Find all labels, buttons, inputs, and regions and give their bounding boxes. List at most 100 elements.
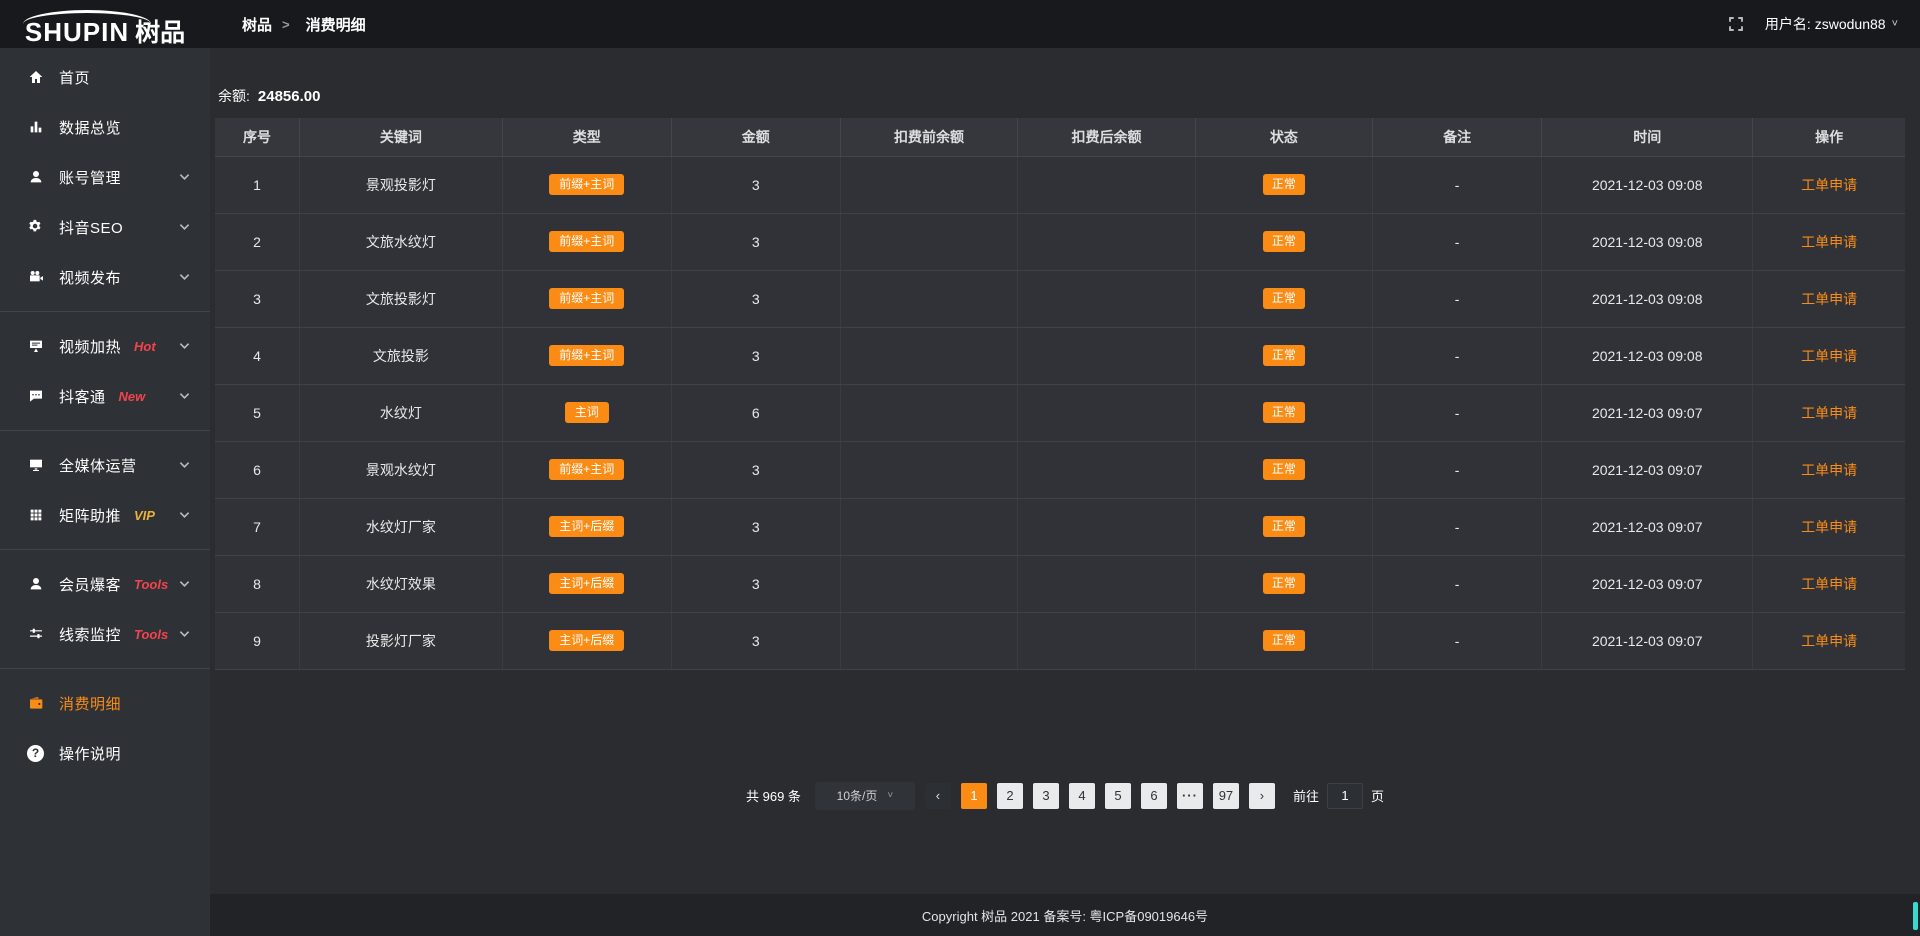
sidebar-item-label: 账号管理 bbox=[59, 167, 121, 188]
page-ellipsis-button[interactable]: ··· bbox=[1177, 783, 1203, 809]
chevron-down-icon bbox=[179, 461, 190, 469]
sidebar-item-gear[interactable]: 抖音SEO bbox=[0, 202, 210, 252]
cell-remark: - bbox=[1373, 327, 1542, 384]
work-order-link[interactable]: 工单申请 bbox=[1801, 519, 1857, 535]
question-icon: ? bbox=[27, 745, 44, 762]
work-order-link[interactable]: 工单申请 bbox=[1801, 177, 1857, 193]
page-button-3[interactable]: 3 bbox=[1033, 783, 1059, 809]
sidebar-item-home[interactable]: 首页 bbox=[0, 52, 210, 102]
cell-index: 7 bbox=[215, 498, 300, 555]
page-size-select[interactable]: 10条/页 ˅ bbox=[815, 782, 915, 810]
column-header: 状态 bbox=[1195, 118, 1372, 156]
cell-status: 正常 bbox=[1195, 384, 1372, 441]
table-row: 6景观水纹灯前缀+主词3正常-2021-12-03 09:07工单申请 bbox=[215, 441, 1905, 498]
sidebar-item-tag: Tools bbox=[134, 577, 168, 592]
table-row: 9投影灯厂家主词+后缀3正常-2021-12-03 09:07工单申请 bbox=[215, 612, 1905, 669]
cell-keyword: 投影灯厂家 bbox=[300, 612, 503, 669]
sidebar-item-label: 视频发布 bbox=[59, 267, 121, 288]
sidebar-item-question[interactable]: ?操作说明 bbox=[0, 728, 210, 778]
sidebar-item-chart[interactable]: 数据总览 bbox=[0, 102, 210, 152]
sliders-icon bbox=[27, 626, 44, 643]
sidebar-item-tag: VIP bbox=[134, 508, 155, 523]
column-header: 关键词 bbox=[300, 118, 503, 156]
top-header: SHUPIN 树品 树品 > 消费明细 用户名: zswodun88 ˅ bbox=[0, 0, 1920, 48]
cell-keyword: 水纹灯厂家 bbox=[300, 498, 503, 555]
logo: SHUPIN 树品 bbox=[0, 0, 210, 48]
cell-balance-before bbox=[840, 327, 1017, 384]
page-button-97[interactable]: 97 bbox=[1213, 783, 1239, 809]
chevron-down-icon: ˅ bbox=[887, 790, 893, 801]
cell-action: 工单申请 bbox=[1753, 498, 1905, 555]
cell-status: 正常 bbox=[1195, 441, 1372, 498]
chevron-down-icon bbox=[179, 223, 190, 231]
chart-icon bbox=[27, 119, 44, 136]
fullscreen-icon[interactable] bbox=[1727, 15, 1745, 33]
cell-type: 主词+后缀 bbox=[502, 555, 671, 612]
table-body: 1景观投影灯前缀+主词3正常-2021-12-03 09:08工单申请2文旅水纹… bbox=[215, 156, 1905, 669]
page-button-2[interactable]: 2 bbox=[997, 783, 1023, 809]
page-button-6[interactable]: 6 bbox=[1141, 783, 1167, 809]
monitor-icon bbox=[27, 457, 44, 474]
page-button-4[interactable]: 4 bbox=[1069, 783, 1095, 809]
status-badge: 正常 bbox=[1263, 345, 1305, 366]
copyright-text: Copyright 树品 2021 备案号: 粤ICP备09019646号 bbox=[922, 906, 1208, 925]
cell-status: 正常 bbox=[1195, 612, 1372, 669]
cell-keyword: 景观水纹灯 bbox=[300, 441, 503, 498]
cell-action: 工单申请 bbox=[1753, 327, 1905, 384]
goto-suffix: 页 bbox=[1371, 786, 1384, 805]
cell-amount: 3 bbox=[671, 441, 840, 498]
breadcrumb-item-1[interactable]: 树品 bbox=[236, 14, 272, 35]
next-page-button[interactable]: › bbox=[1249, 783, 1275, 809]
breadcrumb-separator: > bbox=[282, 17, 290, 32]
goto-page-input[interactable] bbox=[1327, 783, 1363, 809]
sidebar-item-monitor[interactable]: 全媒体运营 bbox=[0, 440, 210, 490]
status-badge: 正常 bbox=[1263, 459, 1305, 480]
cell-time: 2021-12-03 09:08 bbox=[1542, 327, 1753, 384]
work-order-link[interactable]: 工单申请 bbox=[1801, 348, 1857, 364]
work-order-link[interactable]: 工单申请 bbox=[1801, 291, 1857, 307]
pagination: 共 969 条 10条/页 ˅ ‹ 123456···97 › 前往 页 bbox=[210, 782, 1920, 810]
grid-icon bbox=[27, 507, 44, 524]
prev-page-button[interactable]: ‹ bbox=[925, 783, 951, 809]
sidebar-item-heat[interactable]: 视频加热Hot bbox=[0, 321, 210, 371]
work-order-link[interactable]: 工单申请 bbox=[1801, 576, 1857, 592]
wallet-icon bbox=[27, 695, 44, 712]
sidebar-item-user[interactable]: 账号管理 bbox=[0, 152, 210, 202]
sidebar-item-wallet[interactable]: 消费明细 bbox=[0, 678, 210, 728]
sidebar-divider bbox=[0, 668, 210, 669]
cell-time: 2021-12-03 09:07 bbox=[1542, 555, 1753, 612]
work-order-link[interactable]: 工单申请 bbox=[1801, 405, 1857, 421]
column-header: 类型 bbox=[502, 118, 671, 156]
cell-action: 工单申请 bbox=[1753, 612, 1905, 669]
cell-balance-after bbox=[1018, 327, 1195, 384]
cell-balance-before bbox=[840, 213, 1017, 270]
cell-amount: 6 bbox=[671, 384, 840, 441]
type-badge: 前缀+主词 bbox=[549, 345, 624, 366]
cell-status: 正常 bbox=[1195, 213, 1372, 270]
sidebar-divider bbox=[0, 549, 210, 550]
work-order-link[interactable]: 工单申请 bbox=[1801, 633, 1857, 649]
sidebar-item-label: 视频加热 bbox=[59, 336, 121, 357]
page-button-1[interactable]: 1 bbox=[961, 783, 987, 809]
page-button-5[interactable]: 5 bbox=[1105, 783, 1131, 809]
sidebar-item-chat[interactable]: 抖客通New bbox=[0, 371, 210, 421]
user-dropdown[interactable]: 用户名: zswodun88 ˅ bbox=[1765, 14, 1898, 34]
sidebar-item-tag: Tools bbox=[134, 627, 168, 642]
work-order-link[interactable]: 工单申请 bbox=[1801, 234, 1857, 250]
sidebar-item-grid[interactable]: 矩阵助推VIP bbox=[0, 490, 210, 540]
cell-keyword: 景观投影灯 bbox=[300, 156, 503, 213]
chevron-down-icon bbox=[179, 173, 190, 181]
cell-amount: 3 bbox=[671, 612, 840, 669]
sidebar-item-sliders[interactable]: 线索监控Tools bbox=[0, 609, 210, 659]
cell-index: 3 bbox=[215, 270, 300, 327]
cell-amount: 3 bbox=[671, 555, 840, 612]
sidebar-item-video[interactable]: 视频发布 bbox=[0, 252, 210, 302]
cell-balance-before bbox=[840, 156, 1017, 213]
chevron-down-icon bbox=[179, 580, 190, 588]
breadcrumb-item-2[interactable]: 消费明细 bbox=[300, 14, 366, 35]
sidebar-item-member[interactable]: 会员爆客Tools bbox=[0, 559, 210, 609]
table-header-row: 序号关键词类型金额扣费前余额扣费后余额状态备注时间操作 bbox=[215, 118, 1905, 156]
work-order-link[interactable]: 工单申请 bbox=[1801, 462, 1857, 478]
chevron-down-icon bbox=[179, 630, 190, 638]
scrollbar-thumb[interactable] bbox=[1913, 902, 1918, 930]
